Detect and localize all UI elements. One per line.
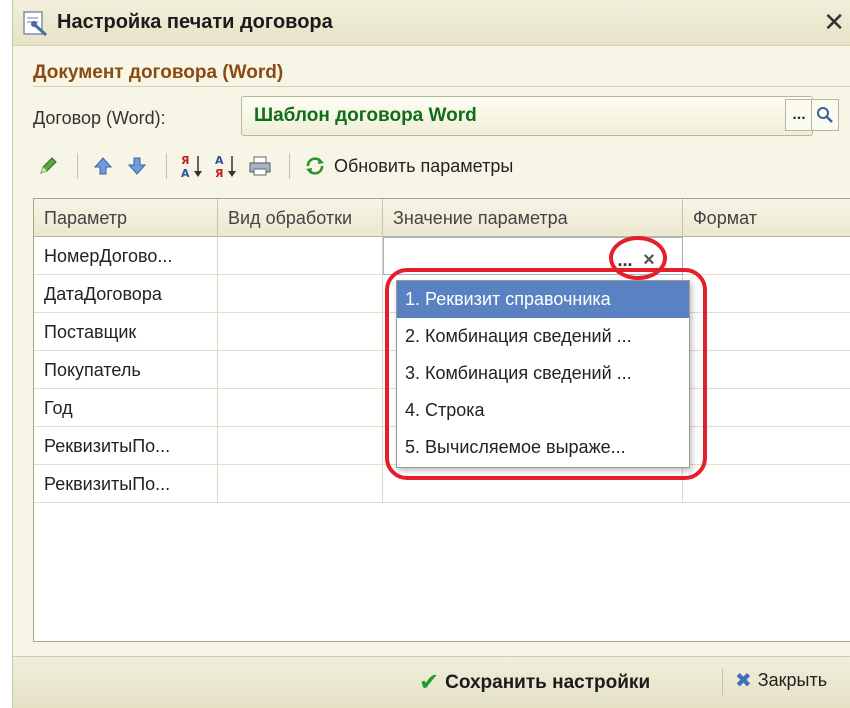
select-template-button[interactable]: ... [785, 99, 813, 131]
arrow-up-icon[interactable] [88, 151, 118, 181]
section-title: Документ договора (Word) [33, 62, 284, 83]
close-button[interactable]: ✖ Закрыть [735, 668, 827, 693]
cell-processing-type [218, 275, 383, 313]
refresh-icon[interactable] [300, 151, 330, 181]
window-close-icon[interactable]: ✕ [823, 8, 845, 36]
cell-format [683, 427, 850, 465]
cell-processing-type [218, 351, 383, 389]
cell-processing-type [218, 427, 383, 465]
close-label: Закрыть [757, 670, 828, 690]
toolbar-separator [77, 153, 78, 179]
checkmark-icon: ✔ [419, 669, 440, 696]
column-header-processing-type[interactable]: Вид обработки [218, 199, 383, 237]
cell-format [683, 389, 850, 427]
cell-format [683, 313, 850, 351]
parameters-toolbar: Я А А Я Обновить параметры [33, 146, 850, 186]
sort-asc-icon[interactable]: Я А [177, 151, 207, 181]
print-icon[interactable] [245, 151, 275, 181]
cell-parameter: Покупатель [34, 351, 218, 389]
svg-text:Я: Я [215, 167, 223, 179]
highlight-button-annotation [609, 236, 667, 280]
cell-parameter: НомерДогово... [34, 237, 218, 275]
footer-separator [722, 668, 723, 696]
cell-format [683, 275, 850, 313]
magnifier-icon [817, 107, 833, 123]
column-header-parameter-value[interactable]: Значение параметра [383, 199, 683, 237]
title-bar: Настройка печати договора ✕ [13, 0, 850, 46]
toolbar-separator [289, 153, 290, 179]
cell-parameter: РеквизитыПо... [34, 427, 218, 465]
section-divider [33, 86, 850, 87]
svg-text:А: А [181, 167, 190, 179]
svg-text:Я: Я [181, 154, 189, 167]
arrow-down-icon[interactable] [122, 151, 152, 181]
settings-document-icon [21, 9, 49, 37]
cell-processing-type [218, 313, 383, 351]
contract-template-value: Шаблон договора Word [254, 105, 477, 126]
close-x-icon: ✖ [735, 670, 752, 692]
save-settings-label: Сохранить настройки [445, 671, 651, 693]
contract-template-field[interactable]: Шаблон договора Word [241, 96, 813, 136]
cell-processing-type [218, 465, 383, 503]
refresh-parameters-button[interactable]: Обновить параметры [334, 156, 513, 177]
cell-format [683, 465, 850, 503]
cell-format [683, 237, 850, 275]
column-header-parameter[interactable]: Параметр [34, 199, 218, 237]
window-title: Настройка печати договора [57, 11, 333, 33]
column-header-format[interactable]: Формат [683, 199, 850, 237]
cell-format [683, 351, 850, 389]
toolbar-separator [166, 153, 167, 179]
print-settings-window: Настройка печати договора ✕ Документ дог… [12, 0, 850, 708]
cell-processing-type [218, 237, 383, 275]
search-template-button[interactable] [811, 99, 839, 131]
save-settings-button[interactable]: ✔ Сохранить настройки [419, 668, 650, 697]
cell-processing-type [218, 389, 383, 427]
svg-text:А: А [215, 154, 224, 167]
contract-field-label: Договор (Word): [33, 108, 166, 128]
cell-parameter: Год [34, 389, 218, 427]
cell-parameter: РеквизитыПо... [34, 465, 218, 503]
table-header: Параметр Вид обработки Значение параметр… [34, 199, 850, 237]
highlight-dropdown-annotation [385, 268, 707, 480]
cell-parameter: ДатаДоговора [34, 275, 218, 313]
sort-desc-icon[interactable]: А Я [211, 151, 241, 181]
cell-parameter: Поставщик [34, 313, 218, 351]
pencil-icon[interactable] [33, 151, 63, 181]
